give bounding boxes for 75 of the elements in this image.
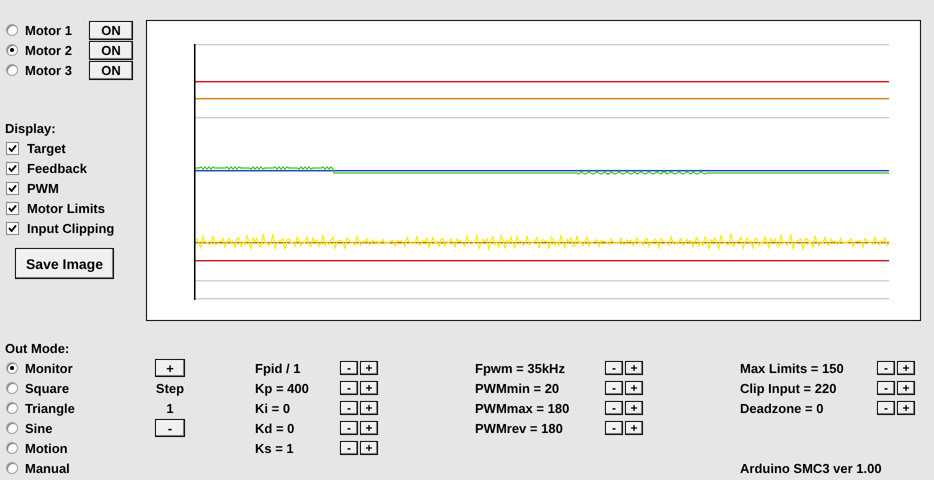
radio-button[interactable] bbox=[6, 382, 18, 394]
save-image-button[interactable]: Save Image bbox=[15, 248, 114, 279]
radio-button[interactable] bbox=[6, 402, 18, 414]
checkbox-label[interactable]: Motor Limits bbox=[27, 200, 105, 216]
parameter-label: Kd = 0 bbox=[255, 420, 296, 436]
parameter-label: Kp = 400 bbox=[255, 380, 310, 396]
checkbox-label[interactable]: Feedback bbox=[27, 160, 87, 176]
radio-label[interactable]: Triangle bbox=[25, 400, 75, 416]
parameter-label: PWMmin = 20 bbox=[475, 380, 560, 396]
checkbox[interactable] bbox=[6, 182, 19, 194]
parameter-label: Max Limits = 150 bbox=[740, 360, 845, 376]
increase-button[interactable]: + bbox=[625, 401, 643, 415]
parameter-label: Ks = 1 bbox=[255, 440, 295, 456]
radio-label[interactable]: Motor 1 bbox=[25, 22, 89, 38]
checkbox-label[interactable]: PWM bbox=[27, 180, 59, 196]
decrease-button[interactable]: - bbox=[340, 401, 358, 415]
section-label: Out Mode: bbox=[5, 340, 70, 358]
step-value: 1 bbox=[166, 400, 174, 416]
checkbox-label[interactable]: Target bbox=[27, 140, 66, 156]
radio-button[interactable] bbox=[6, 362, 18, 374]
increase-button[interactable]: + bbox=[625, 361, 643, 375]
increase-button[interactable]: + bbox=[360, 381, 378, 395]
increase-button[interactable]: + bbox=[897, 401, 915, 415]
step-label: Step bbox=[156, 380, 184, 396]
decrease-button[interactable]: - bbox=[340, 421, 358, 435]
radio-button[interactable] bbox=[6, 462, 18, 474]
radio-button[interactable] bbox=[6, 422, 18, 434]
parameter-label: PWMmax = 180 bbox=[475, 400, 570, 416]
radio-label[interactable]: Manual bbox=[25, 460, 70, 476]
parameter-label: Deadzone = 0 bbox=[740, 400, 824, 416]
checkbox-label[interactable]: Input Clipping bbox=[27, 220, 114, 236]
decrease-button[interactable]: - bbox=[605, 381, 623, 395]
decrease-button[interactable]: - bbox=[605, 421, 623, 435]
on-button[interactable]: ON bbox=[89, 20, 133, 40]
parameter-label: Ki = 0 bbox=[255, 400, 292, 416]
increase-button[interactable]: + bbox=[897, 361, 915, 375]
section-label: Display: bbox=[5, 120, 57, 138]
radio-button[interactable] bbox=[6, 64, 18, 76]
radio-label[interactable]: Motor 3 bbox=[25, 62, 89, 78]
decrease-button[interactable]: - bbox=[877, 401, 895, 415]
checkbox[interactable] bbox=[6, 162, 19, 174]
step-down-button[interactable]: - bbox=[155, 419, 185, 437]
decrease-button[interactable]: - bbox=[605, 401, 623, 415]
radio-button[interactable] bbox=[6, 24, 18, 36]
version-label: Arduino SMC3 ver 1.00 bbox=[740, 460, 882, 476]
radio-label[interactable]: Motor 2 bbox=[25, 42, 89, 58]
parameter-label: Fpid / 1 bbox=[255, 360, 302, 376]
increase-button[interactable]: + bbox=[360, 441, 378, 455]
increase-button[interactable]: + bbox=[625, 421, 643, 435]
radio-label[interactable]: Sine bbox=[25, 420, 52, 436]
parameter-label: PWMrev = 180 bbox=[475, 420, 564, 436]
checkbox[interactable] bbox=[6, 202, 19, 214]
increase-button[interactable]: + bbox=[625, 381, 643, 395]
increase-button[interactable]: + bbox=[360, 401, 378, 415]
radio-label[interactable]: Motion bbox=[25, 440, 68, 456]
radio-label[interactable]: Monitor bbox=[25, 360, 73, 376]
parameter-label: Fpwm = 35kHz bbox=[475, 360, 566, 376]
step-up-button[interactable]: + bbox=[155, 359, 185, 377]
on-button[interactable]: ON bbox=[89, 40, 133, 60]
increase-button[interactable]: + bbox=[897, 381, 915, 395]
increase-button[interactable]: + bbox=[360, 421, 378, 435]
increase-button[interactable]: + bbox=[360, 361, 378, 375]
decrease-button[interactable]: - bbox=[340, 361, 358, 375]
checkbox[interactable] bbox=[6, 142, 19, 154]
radio-button[interactable] bbox=[6, 442, 18, 454]
decrease-button[interactable]: - bbox=[877, 381, 895, 395]
decrease-button[interactable]: - bbox=[877, 361, 895, 375]
parameter-label: Clip Input = 220 bbox=[740, 380, 838, 396]
checkbox[interactable] bbox=[6, 222, 19, 234]
decrease-button[interactable]: - bbox=[605, 361, 623, 375]
decrease-button[interactable]: - bbox=[340, 381, 358, 395]
on-button[interactable]: ON bbox=[89, 60, 133, 80]
radio-label[interactable]: Square bbox=[25, 380, 70, 396]
decrease-button[interactable]: - bbox=[340, 441, 358, 455]
radio-button[interactable] bbox=[6, 44, 18, 56]
